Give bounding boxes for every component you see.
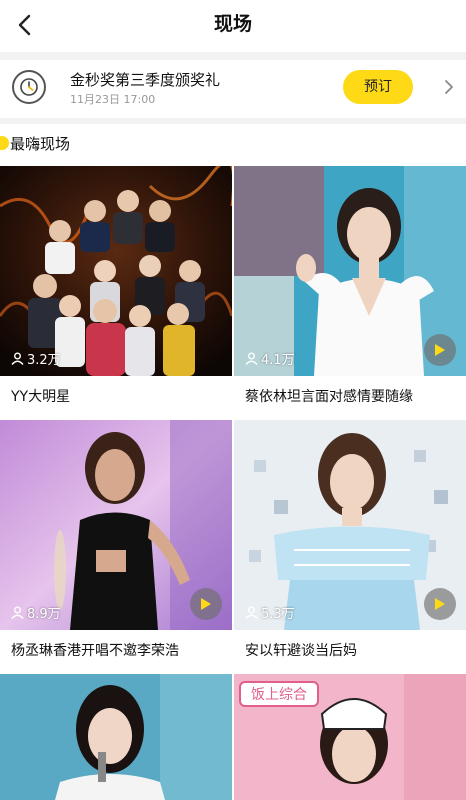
view-count: 3.2万 — [11, 349, 61, 368]
live-section: 最嗨现场 3.2万 YY大明星 4.1万 蔡依林坦言面对感情要随缘 8.9万 杨… — [0, 124, 466, 800]
video-card[interactable]: 饭上综合 — [234, 674, 466, 800]
clock-icon — [12, 70, 46, 104]
video-caption: 蔡依林坦言面对感情要随缘 — [245, 389, 413, 405]
page-title: 现场 — [213, 13, 252, 35]
section-header: 最嗨现场 — [0, 124, 466, 166]
video-thumbnail[interactable]: 饭上综合 — [234, 674, 466, 800]
person-icon — [245, 606, 258, 619]
view-count-value: 5.3万 — [261, 607, 295, 622]
view-count-value: 3.2万 — [27, 353, 61, 368]
view-count: 4.1万 — [245, 349, 295, 368]
thumbnail-image: 饭上综合 — [234, 674, 466, 800]
chevron-right-icon[interactable] — [440, 76, 458, 98]
video-card[interactable]: 5.3万 安以轩避谈当后妈 — [234, 420, 466, 672]
person-icon — [11, 352, 24, 365]
video-thumbnail[interactable]: 5.3万 — [234, 420, 466, 630]
section-title: 最嗨现场 — [10, 135, 71, 153]
video-caption: 安以轩避谈当后妈 — [245, 643, 357, 659]
video-thumbnail[interactable]: 4.1万 — [234, 166, 466, 376]
section-marker — [0, 136, 9, 150]
video-card[interactable]: 3.2万 YY大明星 — [0, 166, 232, 418]
view-count: 5.3万 — [245, 603, 295, 622]
person-icon — [11, 606, 24, 619]
event-title: 金秒奖第三季度颁奖礼 — [70, 71, 221, 89]
event-banner[interactable]: 金秒奖第三季度颁奖礼 11月23日 17:00 预订 — [0, 60, 466, 118]
view-count-value: 8.9万 — [27, 607, 61, 622]
view-count: 8.9万 — [11, 603, 61, 622]
play-button[interactable] — [424, 588, 456, 620]
thumbnail-image — [0, 166, 232, 376]
play-button[interactable] — [190, 588, 222, 620]
play-icon — [435, 598, 445, 610]
event-time: 11月23日 17:00 — [70, 93, 156, 106]
thumbnail-image — [0, 674, 232, 800]
video-thumbnail[interactable]: 3.2万 — [0, 166, 232, 376]
video-card[interactable]: 8.9万 杨丞琳香港开唱不邀李荣浩 — [0, 420, 232, 672]
play-icon — [201, 598, 211, 610]
video-thumbnail[interactable] — [0, 674, 232, 800]
play-icon — [435, 344, 445, 356]
view-count-value: 4.1万 — [261, 353, 295, 368]
person-icon — [245, 352, 258, 365]
food-show-banner: 饭上综合 — [251, 687, 307, 703]
reserve-button[interactable]: 预订 — [343, 70, 413, 104]
video-card[interactable] — [0, 674, 232, 800]
video-thumbnail[interactable]: 8.9万 — [0, 420, 232, 630]
video-caption: 杨丞琳香港开唱不邀李荣浩 — [11, 643, 179, 659]
header-bar: 现场 — [0, 0, 466, 52]
play-button[interactable] — [424, 334, 456, 366]
video-caption: YY大明星 — [11, 389, 71, 405]
video-card[interactable]: 4.1万 蔡依林坦言面对感情要随缘 — [234, 166, 466, 418]
